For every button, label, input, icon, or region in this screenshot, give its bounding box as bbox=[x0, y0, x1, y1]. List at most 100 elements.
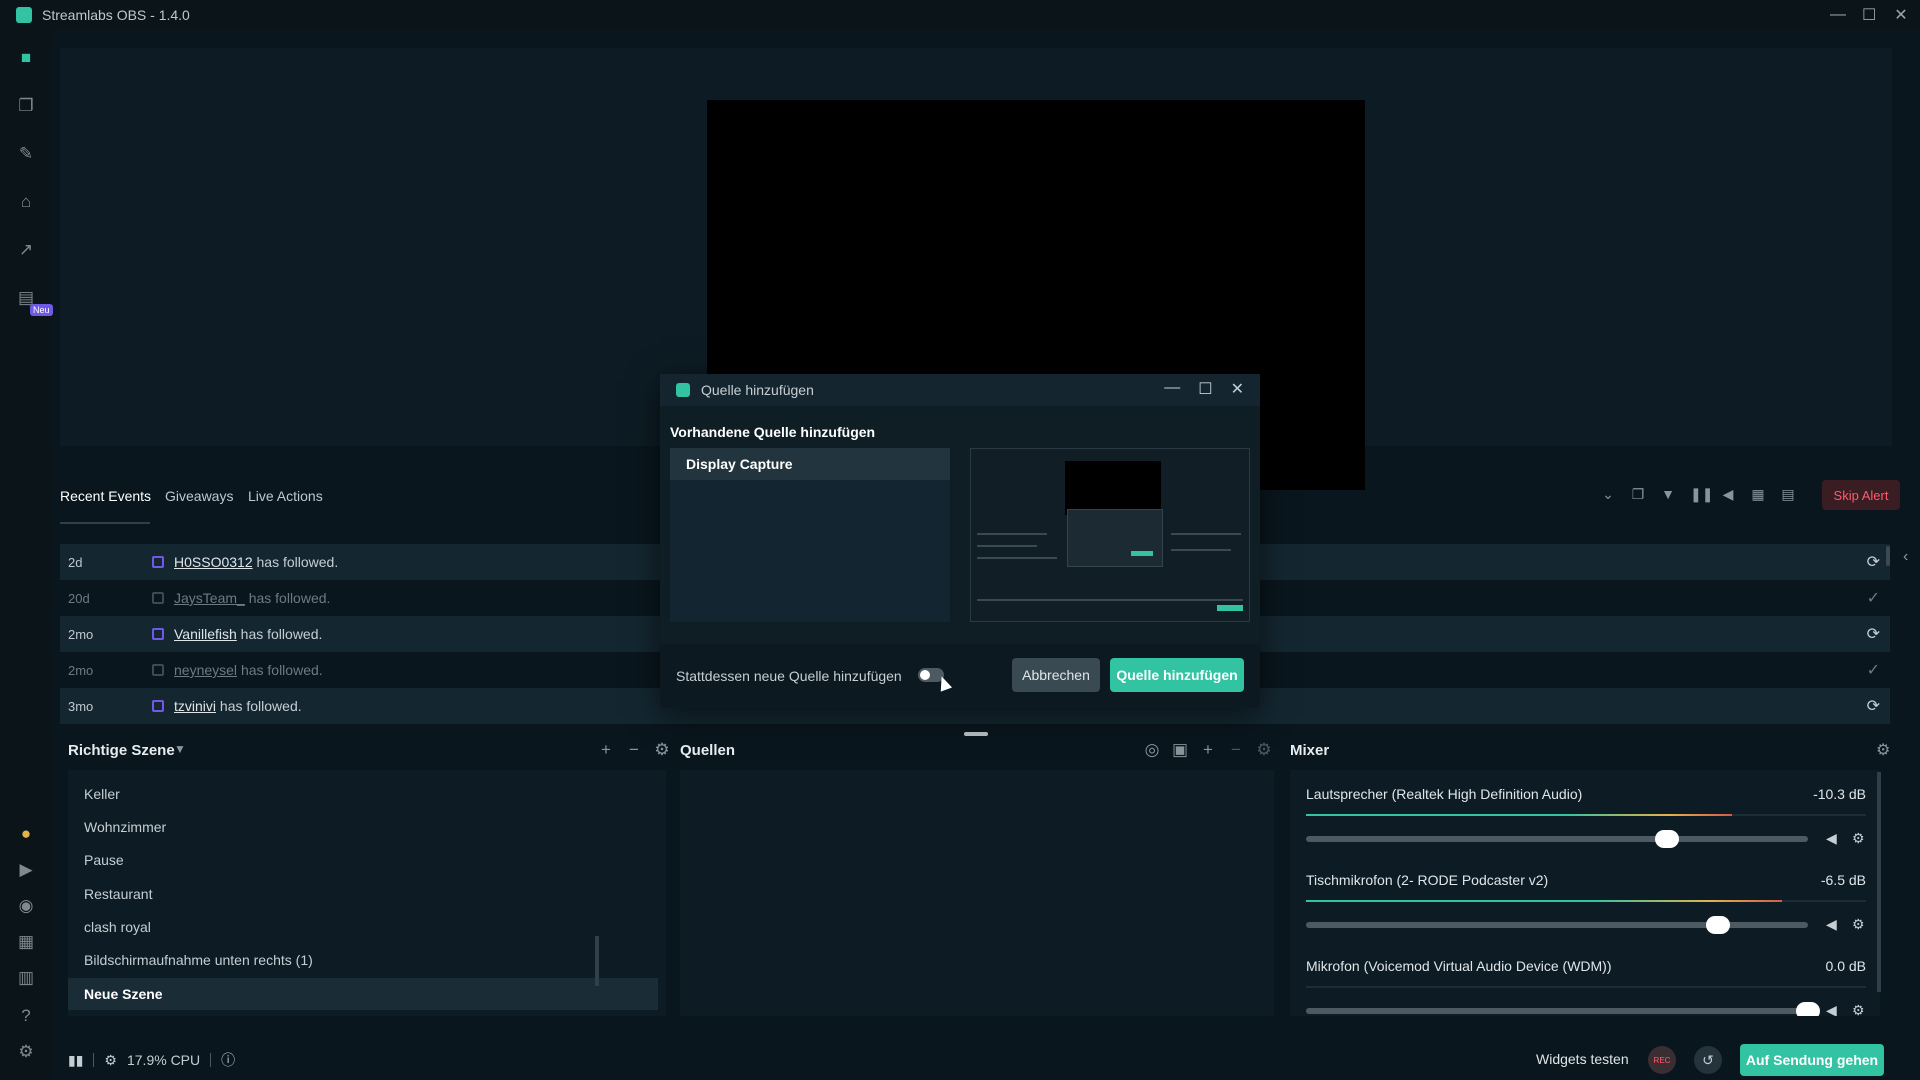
checkmark-icon[interactable]: ✓ bbox=[1867, 660, 1880, 680]
editor-camera-icon[interactable]: ■ bbox=[14, 46, 38, 70]
source-settings-gear-icon[interactable]: ⚙ bbox=[1256, 740, 1272, 760]
record-button[interactable]: REC bbox=[1648, 1046, 1676, 1074]
repeat-icon[interactable]: ⟳ bbox=[1867, 696, 1880, 716]
tab-live-actions[interactable]: Live Actions bbox=[248, 488, 323, 504]
add-folder-icon[interactable]: ▣ bbox=[1172, 740, 1188, 760]
channel-db: -10.3 dB bbox=[1813, 786, 1866, 802]
scenes-panel: Richtige Szene ▼ + − ⚙ Keller Wohnzimmer… bbox=[60, 736, 670, 1016]
add-source-button[interactable]: Quelle hinzufügen bbox=[1110, 658, 1244, 692]
apps-grid-icon[interactable]: ▦ bbox=[14, 930, 38, 954]
view-list-icon[interactable]: ▤ bbox=[1780, 486, 1796, 503]
divider bbox=[93, 1053, 95, 1067]
widgets-test-link[interactable]: Widgets testen bbox=[1536, 1051, 1629, 1067]
scene-collection-title[interactable]: Richtige Szene bbox=[68, 742, 175, 759]
chevron-down-icon[interactable]: ⌄ bbox=[1600, 486, 1616, 503]
themes-brush-icon[interactable]: ✎ bbox=[14, 142, 38, 166]
maximize-icon[interactable]: ☐ bbox=[1198, 379, 1212, 399]
new-source-toggle-label: Stattdessen neue Quelle hinzufügen bbox=[676, 668, 902, 684]
toggle-knob[interactable] bbox=[920, 670, 930, 680]
event-action: has followed. bbox=[256, 554, 339, 570]
preview-thumbnail-line bbox=[977, 533, 1047, 535]
preview-thumbnail-line bbox=[1171, 549, 1231, 551]
pause-icon[interactable]: ❚❚ bbox=[1690, 486, 1713, 503]
volume-slider[interactable] bbox=[1306, 830, 1808, 848]
volume-slider-knob[interactable] bbox=[1705, 916, 1730, 934]
scene-item[interactable]: Wohnzimmer bbox=[68, 811, 658, 843]
repeat-icon[interactable]: ⟳ bbox=[1867, 552, 1880, 572]
caret-down-icon[interactable]: ▼ bbox=[174, 742, 186, 756]
channel-db: -6.5 dB bbox=[1820, 872, 1866, 888]
event-username[interactable]: JaysTeam_ bbox=[174, 590, 245, 606]
dashboard-chart-icon[interactable]: ↗ bbox=[14, 238, 38, 262]
library-icon[interactable]: ▥ bbox=[14, 966, 38, 990]
mixer-scrollbar[interactable] bbox=[1877, 772, 1881, 992]
chevron-left-icon[interactable]: ‹ bbox=[1903, 548, 1908, 566]
scenes-scrollbar[interactable] bbox=[595, 936, 599, 986]
event-action: has followed. bbox=[240, 626, 323, 642]
filter-icon[interactable]: ▼ bbox=[1660, 486, 1676, 503]
remove-scene-icon[interactable]: − bbox=[626, 740, 642, 760]
source-item-display-capture[interactable]: Display Capture bbox=[670, 448, 950, 480]
checkmark-icon[interactable]: ✓ bbox=[1867, 588, 1880, 608]
speaker-icon[interactable]: ◀ bbox=[1826, 916, 1837, 933]
source-visibility-icon[interactable]: ◎ bbox=[1144, 740, 1160, 760]
help-icon[interactable]: ? bbox=[14, 1004, 38, 1028]
play-icon[interactable]: ▶ bbox=[14, 858, 38, 882]
cancel-button[interactable]: Abbrechen bbox=[1012, 658, 1100, 692]
tab-giveaways[interactable]: Giveaways bbox=[165, 488, 233, 504]
remove-source-icon[interactable]: − bbox=[1228, 740, 1244, 760]
add-source-icon[interactable]: + bbox=[1200, 740, 1216, 760]
sources-title: Quellen bbox=[680, 742, 736, 759]
channel-gear-icon[interactable]: ⚙ bbox=[1852, 830, 1865, 847]
channel-gear-icon[interactable]: ⚙ bbox=[1852, 1002, 1865, 1016]
volume-slider[interactable] bbox=[1306, 1002, 1820, 1016]
scene-item[interactable]: Keller bbox=[68, 778, 658, 810]
dialog-title: Quelle hinzufügen bbox=[701, 382, 814, 398]
add-scene-icon[interactable]: + bbox=[598, 740, 614, 760]
event-action: has followed. bbox=[248, 590, 331, 606]
event-username[interactable]: Vanillefish bbox=[174, 626, 237, 642]
close-icon[interactable]: ✕ bbox=[1231, 379, 1244, 399]
volume-slider[interactable] bbox=[1306, 916, 1808, 934]
event-username[interactable]: H0SSO0312 bbox=[174, 554, 253, 570]
go-live-button[interactable]: Auf Sendung gehen bbox=[1740, 1044, 1884, 1076]
volume-slider-knob[interactable] bbox=[1796, 1002, 1820, 1016]
scene-item[interactable]: Bildschirmaufnahme unten rechts (1) bbox=[68, 944, 658, 976]
event-time: 2mo bbox=[68, 662, 94, 678]
minimize-icon[interactable]: — bbox=[1830, 6, 1846, 24]
volume-icon[interactable]: ◀ bbox=[1720, 486, 1736, 503]
mixer-settings-gear-icon[interactable]: ⚙ bbox=[1876, 740, 1890, 760]
scene-item[interactable]: Restaurant bbox=[68, 878, 658, 910]
view-grid-icon[interactable]: ▦ bbox=[1750, 486, 1766, 503]
scene-item[interactable]: clash royal bbox=[68, 911, 658, 943]
repeat-icon[interactable]: ⟳ bbox=[1867, 624, 1880, 644]
event-username[interactable]: neyneysel bbox=[174, 662, 237, 678]
skip-alert-button[interactable]: Skip Alert bbox=[1822, 480, 1900, 510]
channel-gear-icon[interactable]: ⚙ bbox=[1852, 916, 1865, 933]
chat-icon[interactable]: ◉ bbox=[14, 894, 38, 918]
settings-gear-icon[interactable]: ⚙ bbox=[14, 1040, 38, 1064]
layout-pages-icon[interactable]: ❐ bbox=[14, 94, 38, 118]
minimize-icon[interactable]: — bbox=[1164, 379, 1180, 399]
speaker-icon[interactable]: ◀ bbox=[1826, 830, 1837, 847]
maximize-icon[interactable]: ☐ bbox=[1862, 5, 1876, 25]
replay-buffer-icon[interactable]: ↺ bbox=[1694, 1046, 1722, 1074]
close-icon[interactable]: ✕ bbox=[1894, 5, 1908, 25]
performance-chart-icon[interactable]: ▮▮ bbox=[68, 1052, 83, 1069]
scene-list: Keller Wohnzimmer Pause Restaurant clash… bbox=[68, 770, 666, 1016]
prime-icon[interactable]: ● bbox=[14, 822, 38, 846]
scene-settings-gear-icon[interactable]: ⚙ bbox=[654, 740, 670, 760]
scene-item[interactable]: Pause bbox=[68, 844, 658, 876]
store-icon[interactable]: ⌂ bbox=[14, 190, 38, 214]
volume-meter bbox=[1306, 986, 1866, 988]
popout-icon[interactable]: ❐ bbox=[1630, 486, 1646, 503]
event-username[interactable]: tzvinivi bbox=[174, 698, 216, 714]
volume-slider-knob[interactable] bbox=[1655, 830, 1680, 848]
events-scrollbar[interactable] bbox=[1886, 546, 1890, 566]
speaker-icon[interactable]: ◀ bbox=[1826, 1002, 1837, 1016]
info-icon[interactable]: ⓘ bbox=[221, 1050, 235, 1070]
preview-thumbnail-dialog bbox=[1067, 509, 1163, 567]
tab-recent-events[interactable]: Recent Events bbox=[60, 488, 151, 504]
scene-item-selected[interactable]: Neue Szene bbox=[68, 978, 658, 1010]
twitch-icon bbox=[152, 700, 164, 712]
